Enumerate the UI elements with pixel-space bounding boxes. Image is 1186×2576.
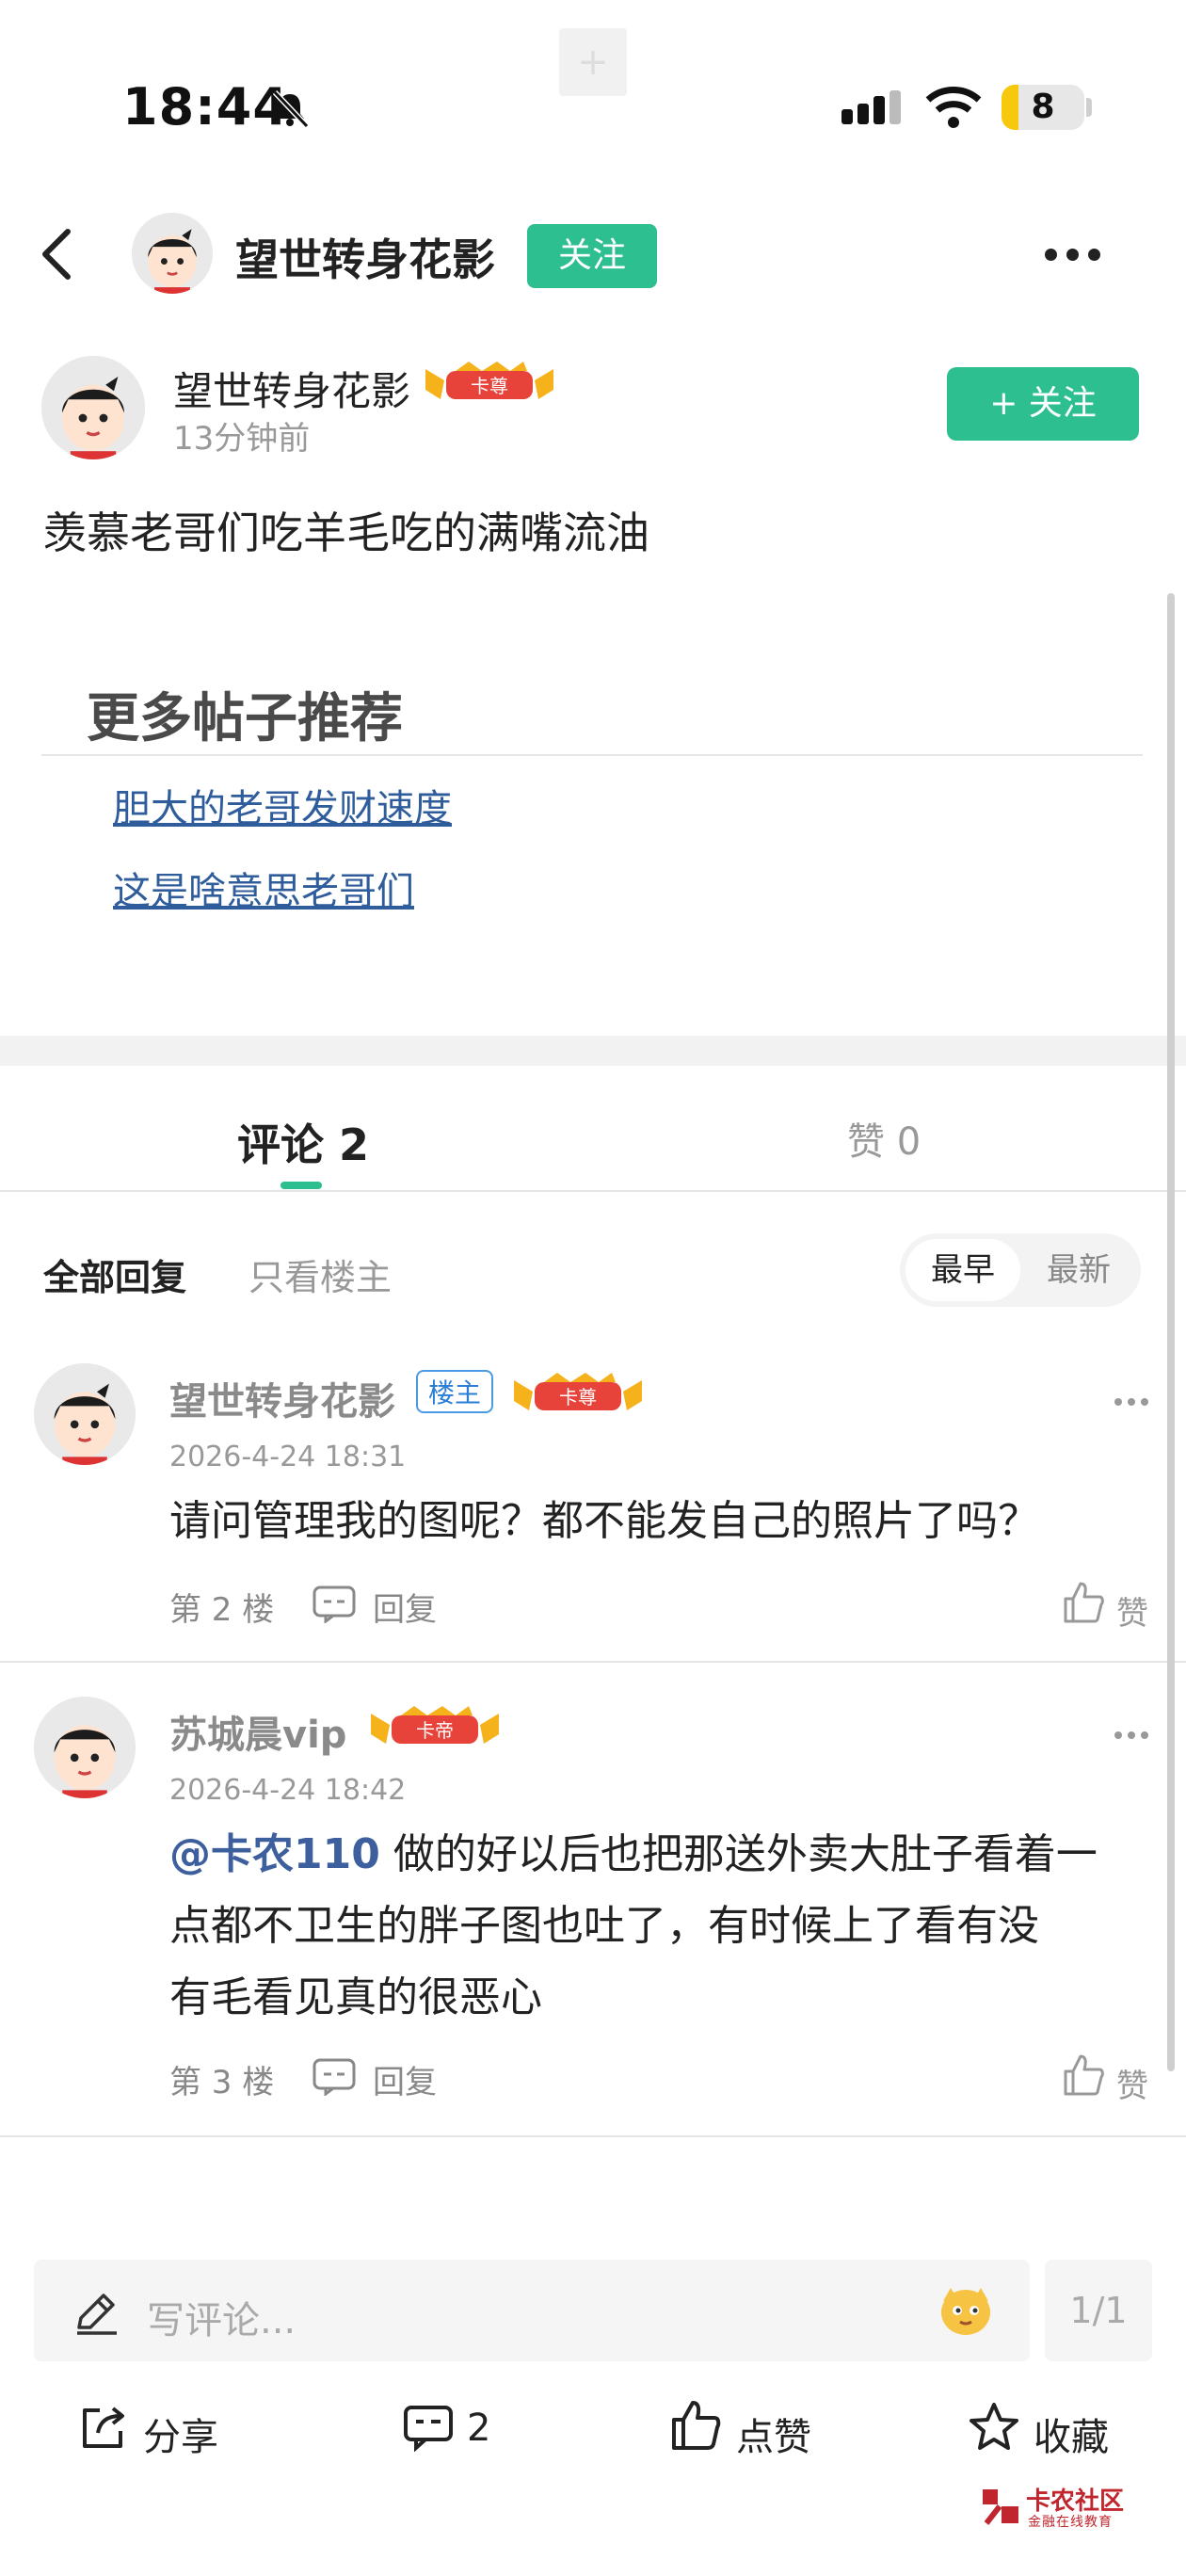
rank-badge-label: 卡尊	[471, 375, 508, 397]
comment-more-icon[interactable]	[1114, 1725, 1154, 1743]
comment-avatar[interactable]	[34, 1363, 136, 1465]
reply-icon[interactable]	[313, 2058, 356, 2096]
star-icon[interactable]	[968, 2401, 1020, 2452]
comment-like-button[interactable]: 赞	[1116, 2060, 1148, 2106]
filter-all-replies[interactable]: 全部回复	[43, 1248, 186, 1300]
back-arrow-icon[interactable]	[38, 226, 75, 282]
battery-indicator: 8	[1002, 85, 1084, 130]
wifi-icon	[925, 87, 982, 128]
tab-comments[interactable]: 评论 2	[237, 1111, 369, 1173]
header-username[interactable]: 望世转身花影	[235, 226, 495, 288]
comment-text: @卡农110 做的好以后也把那送外卖大肚子看着一 点都不卫生的胖子图也吐了，有时…	[169, 1819, 1186, 2034]
bell-muted-icon	[272, 89, 310, 129]
pencil-icon	[77, 2294, 117, 2335]
recommend-link[interactable]: 这是啥意思老哥们	[113, 861, 414, 915]
comment-text-line: 做的好以后也把那送外卖大肚子看着一	[379, 1830, 1098, 1878]
filter-owner-only[interactable]: 只看楼主	[248, 1248, 392, 1300]
comment-avatar[interactable]	[34, 1697, 136, 1798]
comment-time: 2026-4-24 18:31	[169, 1441, 407, 1473]
rank-badge-icon: 卡帝	[371, 1706, 499, 1744]
header-follow-button[interactable]: 关注	[527, 224, 657, 288]
battery-level: 8	[1031, 88, 1055, 126]
status-time: 18:44	[122, 77, 289, 137]
like-button[interactable]: 点赞	[736, 2407, 811, 2461]
reply-icon[interactable]	[313, 1586, 356, 1623]
post-author-name[interactable]: 望世转身花影	[173, 360, 410, 417]
battery-tip	[1086, 98, 1092, 117]
emoji-icon[interactable]	[938, 2284, 994, 2337]
watermark-icon	[983, 2489, 1018, 2525]
sort-newest-button[interactable]: 最新	[1022, 1239, 1135, 1301]
top-plus-icon[interactable]: +	[559, 28, 627, 96]
comment-author-name[interactable]: 苏城晨vip	[169, 1704, 346, 1759]
comment-reply-button[interactable]: 回复	[373, 2056, 437, 2102]
thumbs-up-icon[interactable]	[1062, 2053, 1105, 2098]
comment-text-line: 有毛看见真的很恶心	[169, 1973, 542, 2021]
comment-icon[interactable]	[403, 2405, 454, 2452]
share-icon[interactable]	[79, 2403, 128, 2452]
watermark-subtitle: 金融在线教育	[1028, 2515, 1113, 2530]
recommend-title: 更多帖子推荐	[87, 688, 403, 749]
more-options-icon[interactable]	[1045, 247, 1110, 265]
comment-input-placeholder[interactable]: 写评论...	[147, 2290, 296, 2344]
mention-link[interactable]: @卡农110	[169, 1830, 380, 1878]
author-avatar[interactable]	[41, 356, 145, 459]
comment-more-icon[interactable]	[1114, 1392, 1154, 1409]
thumbs-up-icon[interactable]	[670, 2399, 721, 2452]
collect-button[interactable]: 收藏	[1034, 2407, 1109, 2461]
comment-like-button[interactable]: 赞	[1116, 1587, 1148, 1634]
rank-badge-icon: 卡尊	[514, 1373, 642, 1410]
comment-divider	[0, 1661, 1186, 1663]
comment-count[interactable]: 2	[467, 2407, 490, 2450]
sort-toggle: 最早 最新	[900, 1233, 1141, 1307]
recommend-divider	[41, 754, 1143, 756]
section-separator	[0, 1036, 1186, 1066]
thumbs-up-icon[interactable]	[1062, 1580, 1105, 1625]
rank-badge-icon: 卡尊	[425, 362, 553, 399]
post-content: 羡慕老哥们吃羊毛吃的满嘴流油	[43, 507, 649, 558]
tab-likes[interactable]: 赞 0	[847, 1111, 921, 1166]
comment-floor: 第 2 楼	[169, 1591, 275, 1629]
comment-text: 请问管理我的图呢？都不能发自己的照片了吗？	[169, 1497, 1039, 1545]
scrollbar[interactable]	[1167, 593, 1175, 2071]
rank-badge-label: 卡尊	[559, 1386, 597, 1409]
comment-floor: 第 3 楼	[169, 2064, 275, 2101]
comment-time: 2026-4-24 18:42	[169, 1774, 407, 1807]
post-time: 13分钟前	[173, 420, 311, 458]
owner-tag: 楼主	[416, 1370, 493, 1413]
sort-earliest-button[interactable]: 最早	[906, 1239, 1020, 1301]
share-button[interactable]: 分享	[143, 2407, 218, 2461]
tab-divider	[0, 1190, 1186, 1192]
comment-text-line: 点都不卫生的胖子图也吐了，有时候上了看有没	[169, 1902, 1039, 1950]
comment-author-name[interactable]: 望世转身花影	[169, 1371, 395, 1425]
header-avatar[interactable]	[132, 213, 213, 294]
comment-divider	[0, 2135, 1186, 2137]
cellular-signal-icon	[841, 90, 906, 124]
author-follow-button[interactable]: + 关注	[947, 367, 1139, 441]
page-indicator[interactable]: 1/1	[1045, 2260, 1152, 2361]
active-tab-indicator	[280, 1182, 322, 1189]
recommend-link[interactable]: 胆大的老哥发财速度	[113, 778, 452, 832]
comment-reply-button[interactable]: 回复	[373, 1584, 437, 1630]
rank-badge-label: 卡帝	[416, 1719, 454, 1742]
